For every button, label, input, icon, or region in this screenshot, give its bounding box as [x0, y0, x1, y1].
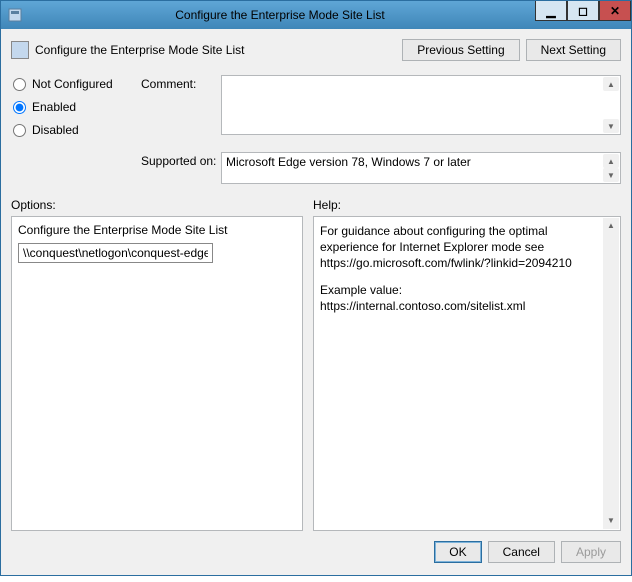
- scroll-up-icon[interactable]: ▲: [603, 218, 619, 234]
- scroll-down-icon[interactable]: ▼: [603, 168, 619, 182]
- scroll-down-icon[interactable]: ▼: [603, 513, 619, 529]
- radio-label: Disabled: [32, 123, 79, 137]
- header-row: Configure the Enterprise Mode Site List …: [9, 33, 623, 71]
- options-title: Configure the Enterprise Mode Site List: [18, 223, 296, 237]
- help-section-label: Help:: [313, 198, 621, 212]
- titlebar[interactable]: Configure the Enterprise Mode Site List …: [1, 1, 631, 29]
- state-radiogroup: Not Configured Enabled Disabled: [11, 75, 141, 146]
- radio-label: Not Configured: [32, 77, 113, 91]
- scroll-up-icon[interactable]: ▲: [603, 77, 619, 91]
- radio-enabled[interactable]: Enabled: [11, 100, 141, 114]
- help-text-2: Example value: https://internal.contoso.…: [320, 282, 598, 314]
- radio-disabled[interactable]: Disabled: [11, 123, 141, 137]
- radio-not-configured-input[interactable]: [13, 78, 26, 91]
- previous-setting-button[interactable]: Previous Setting: [402, 39, 519, 61]
- window-title: Configure the Enterprise Mode Site List: [29, 8, 531, 22]
- comment-textarea[interactable]: ▲ ▼: [221, 75, 621, 135]
- comment-scrollbar[interactable]: ▲ ▼: [603, 77, 619, 133]
- close-button[interactable]: ✕: [599, 1, 631, 21]
- system-icon: [7, 7, 23, 23]
- help-panel: For guidance about configuring the optim…: [313, 216, 621, 531]
- radio-disabled-input[interactable]: [13, 124, 26, 137]
- scroll-up-icon[interactable]: ▲: [603, 154, 619, 168]
- apply-button[interactable]: Apply: [561, 541, 621, 563]
- comment-label: Comment:: [141, 75, 221, 146]
- radio-enabled-input[interactable]: [13, 101, 26, 114]
- dialog-footer: OK Cancel Apply: [9, 531, 623, 567]
- radio-label: Enabled: [32, 100, 76, 114]
- scroll-down-icon[interactable]: ▼: [603, 119, 619, 133]
- maximize-button[interactable]: ◻: [567, 1, 599, 21]
- dialog-window: Configure the Enterprise Mode Site List …: [0, 0, 632, 576]
- dialog-content: Configure the Enterprise Mode Site List …: [1, 29, 631, 575]
- options-panel: Configure the Enterprise Mode Site List: [11, 216, 303, 531]
- supported-value: Microsoft Edge version 78, Windows 7 or …: [226, 155, 471, 169]
- ok-button[interactable]: OK: [434, 541, 481, 563]
- help-text-1: For guidance about configuring the optim…: [320, 223, 598, 272]
- policy-title: Configure the Enterprise Mode Site List: [35, 43, 402, 57]
- supported-scrollbar[interactable]: ▲ ▼: [603, 154, 619, 182]
- window-controls: ▁ ◻ ✕: [535, 1, 631, 21]
- cancel-button[interactable]: Cancel: [488, 541, 555, 563]
- help-scrollbar[interactable]: ▲ ▼: [603, 218, 619, 529]
- site-list-path-input[interactable]: [18, 243, 213, 263]
- radio-not-configured[interactable]: Not Configured: [11, 77, 141, 91]
- supported-on-field: Microsoft Edge version 78, Windows 7 or …: [221, 152, 621, 184]
- options-section-label: Options:: [11, 198, 313, 212]
- supported-label: Supported on:: [141, 152, 221, 168]
- minimize-button[interactable]: ▁: [535, 1, 567, 21]
- policy-icon: [11, 41, 29, 59]
- next-setting-button[interactable]: Next Setting: [526, 39, 621, 61]
